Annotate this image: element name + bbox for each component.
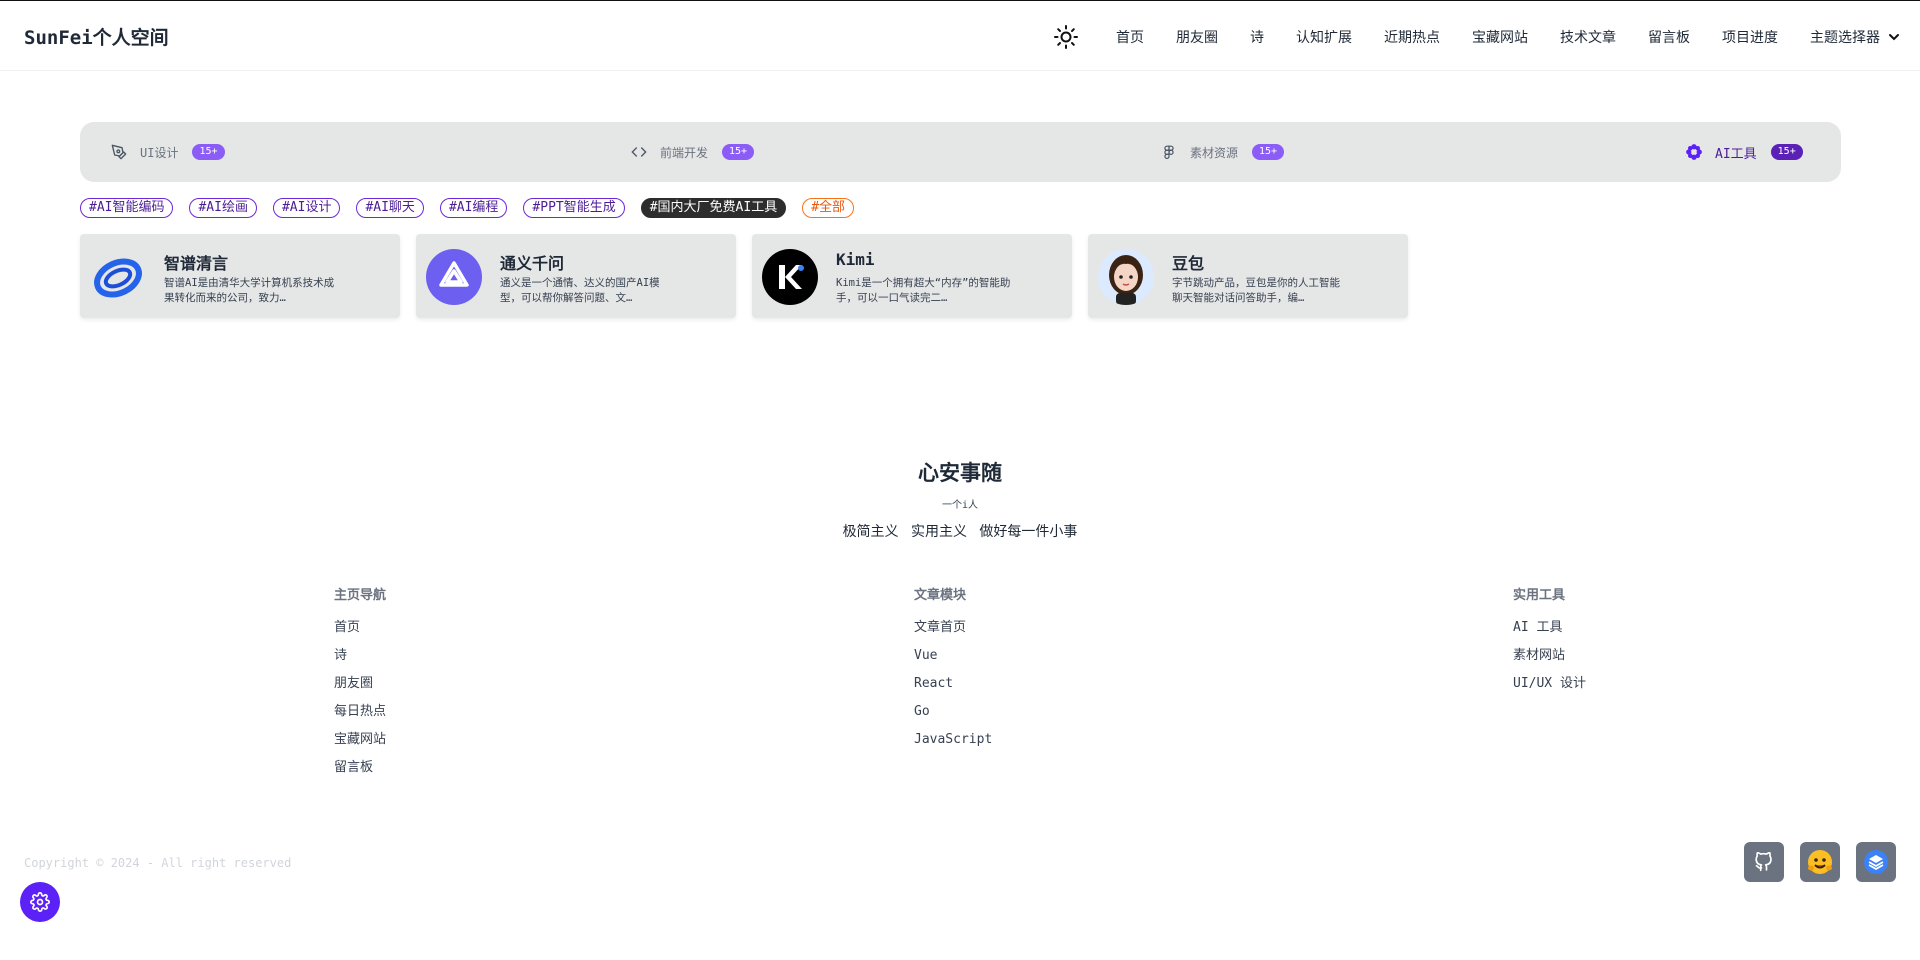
footer-link[interactable]: 首页 — [334, 619, 386, 647]
footer-link[interactable]: UI/UX 设计 — [1513, 675, 1586, 703]
layers-icon[interactable] — [1856, 842, 1896, 882]
doubao-avatar-icon — [1098, 249, 1154, 305]
top-navbar: SunFei个人空间 首页 朋友圈 诗 认知扩展 近期热点 宝藏网站 技术文章 … — [0, 1, 1920, 71]
card-title: 智谱清言 — [164, 254, 229, 273]
huggingface-icon[interactable] — [1800, 842, 1840, 882]
card-description: 智谱AI是由清华大学计算机系技术成果转化而来的公司，致力… — [164, 277, 335, 304]
motto-title: 心安事随 — [918, 461, 1002, 485]
figma-icon — [1160, 143, 1178, 161]
nav-project-progress[interactable]: 项目进度 — [1722, 27, 1778, 47]
tool-card[interactable]: Kimi Kimi是一个拥有超大“内存”的智能助手，可以一口气读完二… — [752, 234, 1072, 318]
motto-subtitle: 一个i人 — [941, 500, 979, 511]
footer-link[interactable]: 宝藏网站 — [334, 731, 386, 759]
chevron-down-icon — [1889, 34, 1899, 41]
tool-card-list: 智谱清言 智谱AI是由清华大学计算机系技术成果转化而来的公司，致力… 通义千问 … — [80, 234, 1424, 318]
tag-ai-painting[interactable]: #AI绘画 — [189, 198, 257, 218]
category-ui-design[interactable]: UI设计 15+ — [110, 122, 225, 182]
gear-icon[interactable] — [20, 882, 60, 922]
card-description: 字节跳动产品，豆包是你的人工智能聊天智能对话问答助手，编… — [1172, 277, 1340, 304]
footer-link[interactable]: 朋友圈 — [334, 675, 386, 703]
tongyi-logo-icon — [426, 249, 482, 305]
footer-link[interactable]: 诗 — [334, 647, 386, 675]
github-icon[interactable] — [1744, 842, 1784, 882]
footer-link[interactable]: 文章首页 — [914, 619, 992, 647]
nav-moments[interactable]: 朋友圈 — [1176, 27, 1218, 47]
tool-card[interactable]: 智谱清言 智谱AI是由清华大学计算机系技术成果转化而来的公司，致力… — [80, 234, 400, 318]
tag-all[interactable]: #全部 — [802, 198, 855, 218]
card-title: 通义千问 — [500, 254, 565, 273]
tag-ai-design[interactable]: #AI设计 — [272, 198, 341, 218]
category-frontend[interactable]: 前端开发 15+ — [630, 122, 755, 182]
count-badge: 15+ — [1252, 144, 1285, 160]
count-badge: 15+ — [192, 144, 225, 160]
footer-link[interactable]: Go — [914, 703, 992, 731]
footer-column-title: 主页导航 — [334, 588, 387, 603]
category-label: 前端开发 — [660, 145, 709, 160]
footer-link[interactable]: Vue — [914, 647, 992, 675]
footer-link[interactable]: AI 工具 — [1513, 619, 1586, 647]
category-resources[interactable]: 素材资源 15+ — [1160, 122, 1285, 182]
tool-card[interactable]: 通义千问 通义是一个通情、达义的国产AI模型，可以帮你解答问题、文… — [416, 234, 736, 318]
nav-treasure-sites[interactable]: 宝藏网站 — [1472, 27, 1528, 47]
card-description: 通义是一个通情、达义的国产AI模型，可以帮你解答问题、文… — [500, 277, 660, 304]
nav-hot-topics[interactable]: 近期热点 — [1384, 27, 1440, 47]
nav-cognition[interactable]: 认知扩展 — [1296, 27, 1352, 47]
motto-line: 极简主义 实用主义 做好每一件小事 — [842, 524, 1078, 540]
footer-column-title: 文章模块 — [914, 588, 967, 603]
copyright-text: Copyright © 2024 - All right reserved — [24, 856, 292, 870]
flower-icon — [1685, 143, 1703, 161]
count-badge: 15+ — [722, 144, 755, 160]
nav-home[interactable]: 首页 — [1116, 27, 1144, 47]
tool-card[interactable]: 豆包 字节跳动产品，豆包是你的人工智能聊天智能对话问答助手，编… — [1088, 234, 1408, 318]
footer-column-title: 实用工具 — [1513, 588, 1566, 603]
code-icon — [630, 143, 648, 161]
footer-link[interactable]: 素材网站 — [1513, 647, 1586, 675]
tag-list: #AI智能编码 #AI绘画 #AI设计 #AI聊天 #AI编程 #PPT智能生成… — [80, 198, 870, 218]
tag-ai-programming[interactable]: #AI编程 — [439, 198, 508, 218]
nav-tech-articles[interactable]: 技术文章 — [1560, 27, 1616, 47]
footer-link[interactable]: 留言板 — [334, 759, 386, 787]
card-title: Kimi — [836, 250, 875, 269]
pen-tool-icon — [110, 143, 128, 161]
theme-selector-label: 主题选择器 — [1810, 30, 1880, 46]
tag-free-ai-tools[interactable]: #国内大厂免费AI工具 — [640, 198, 787, 218]
footer-column-tools: 实用工具 AI 工具 素材网站 UI/UX 设计 — [1513, 584, 1586, 703]
footer-link[interactable]: React — [914, 675, 992, 703]
card-description: Kimi是一个拥有超大“内存”的智能助手，可以一口气读完二… — [836, 277, 1011, 304]
nav-poems[interactable]: 诗 — [1250, 27, 1264, 47]
tag-ppt-generation[interactable]: #PPT智能生成 — [523, 198, 625, 218]
category-label: AI工具 — [1715, 146, 1757, 162]
count-badge: 15+ — [1770, 144, 1803, 160]
footer-column-home-nav: 主页导航 首页 诗 朋友圈 每日热点 宝藏网站 留言板 — [334, 584, 386, 787]
tag-ai-chat[interactable]: #AI聊天 — [356, 198, 424, 218]
footer-link[interactable]: JavaScript — [914, 731, 992, 759]
card-title: 豆包 — [1172, 254, 1205, 273]
category-bar: UI设计 15+ 前端开发 15+ 素材资源 15+ AI工具 15+ — [80, 122, 1841, 182]
nav-message-board[interactable]: 留言板 — [1648, 27, 1690, 47]
theme-selector-dropdown[interactable]: 主题选择器 — [1810, 27, 1900, 47]
footer-column-articles: 文章模块 文章首页 Vue React Go JavaScript — [914, 584, 992, 759]
site-brand[interactable]: SunFei个人空间 — [24, 23, 169, 50]
social-links — [1728, 842, 1896, 882]
tag-ai-coding[interactable]: #AI智能编码 — [80, 198, 174, 218]
category-ai-tools[interactable]: AI工具 15+ — [1685, 122, 1803, 182]
footer-link[interactable]: 每日热点 — [334, 703, 386, 731]
zhipu-logo-icon — [90, 249, 146, 305]
sun-icon[interactable] — [1052, 23, 1080, 51]
main-nav: 首页 朋友圈 诗 认知扩展 近期热点 宝藏网站 技术文章 留言板 项目进度 主题… — [1052, 23, 1900, 51]
kimi-logo-icon — [762, 249, 818, 305]
category-label: UI设计 — [140, 145, 179, 160]
category-label: 素材资源 — [1190, 145, 1239, 160]
